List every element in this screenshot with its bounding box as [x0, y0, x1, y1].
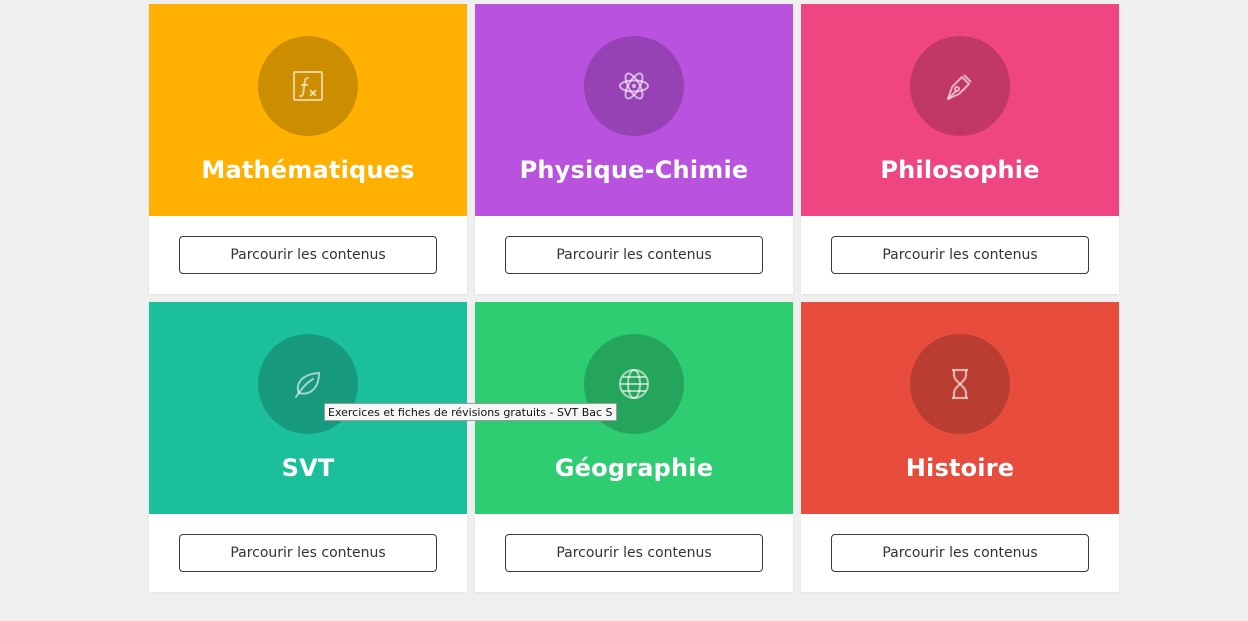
browse-contents-button[interactable]: Parcourir les contenus [831, 534, 1089, 572]
browse-contents-button[interactable]: Parcourir les contenus [831, 236, 1089, 274]
tooltip: Exercices et fiches de révisions gratuit… [324, 403, 617, 421]
card-title: SVT [281, 454, 335, 482]
icon-circle [910, 334, 1010, 434]
icon-circle [910, 36, 1010, 136]
browse-contents-button[interactable]: Parcourir les contenus [179, 534, 437, 572]
subject-card-mathematiques[interactable]: Mathématiques Parcourir les contenus [149, 4, 467, 294]
card-footer: Parcourir les contenus [801, 514, 1119, 592]
card-title: Physique-Chimie [519, 156, 749, 184]
card-footer: Parcourir les contenus [149, 514, 467, 592]
hourglass-icon [952, 368, 968, 400]
card-footer: Parcourir les contenus [149, 216, 467, 294]
icon-circle [258, 36, 358, 136]
subject-card-geographie[interactable]: Géographie Parcourir les contenus [475, 302, 793, 592]
card-footer: Parcourir les contenus [475, 216, 793, 294]
browse-contents-button[interactable]: Parcourir les contenus [179, 236, 437, 274]
card-footer: Parcourir les contenus [475, 514, 793, 592]
globe-icon [619, 369, 649, 399]
card-title: Philosophie [880, 156, 1040, 184]
card-header[interactable]: Histoire [801, 302, 1119, 514]
browse-contents-button[interactable]: Parcourir les contenus [505, 534, 763, 572]
subject-card-philosophie[interactable]: Philosophie Parcourir les contenus [801, 4, 1119, 294]
card-header[interactable]: Mathématiques [149, 4, 467, 216]
fountain-pen-icon [947, 74, 972, 100]
card-header[interactable]: Philosophie [801, 4, 1119, 216]
atom-icon [619, 72, 649, 100]
card-header[interactable]: Physique-Chimie [475, 4, 793, 216]
subject-card-svt[interactable]: SVT Parcourir les contenus [149, 302, 467, 592]
icon-circle [584, 36, 684, 136]
subject-card-physique-chimie[interactable]: Physique-Chimie Parcourir les contenus [475, 4, 793, 294]
card-title: Histoire [905, 454, 1015, 482]
function-fx-icon [293, 71, 323, 101]
browse-contents-button[interactable]: Parcourir les contenus [505, 236, 763, 274]
subjects-grid: Mathématiques Parcourir les contenus Phy… [149, 4, 1119, 592]
subject-card-histoire[interactable]: Histoire Parcourir les contenus [801, 302, 1119, 592]
card-title: Géographie [554, 454, 714, 482]
leaf-icon [295, 371, 321, 398]
card-title: Mathématiques [201, 156, 415, 184]
card-footer: Parcourir les contenus [801, 216, 1119, 294]
